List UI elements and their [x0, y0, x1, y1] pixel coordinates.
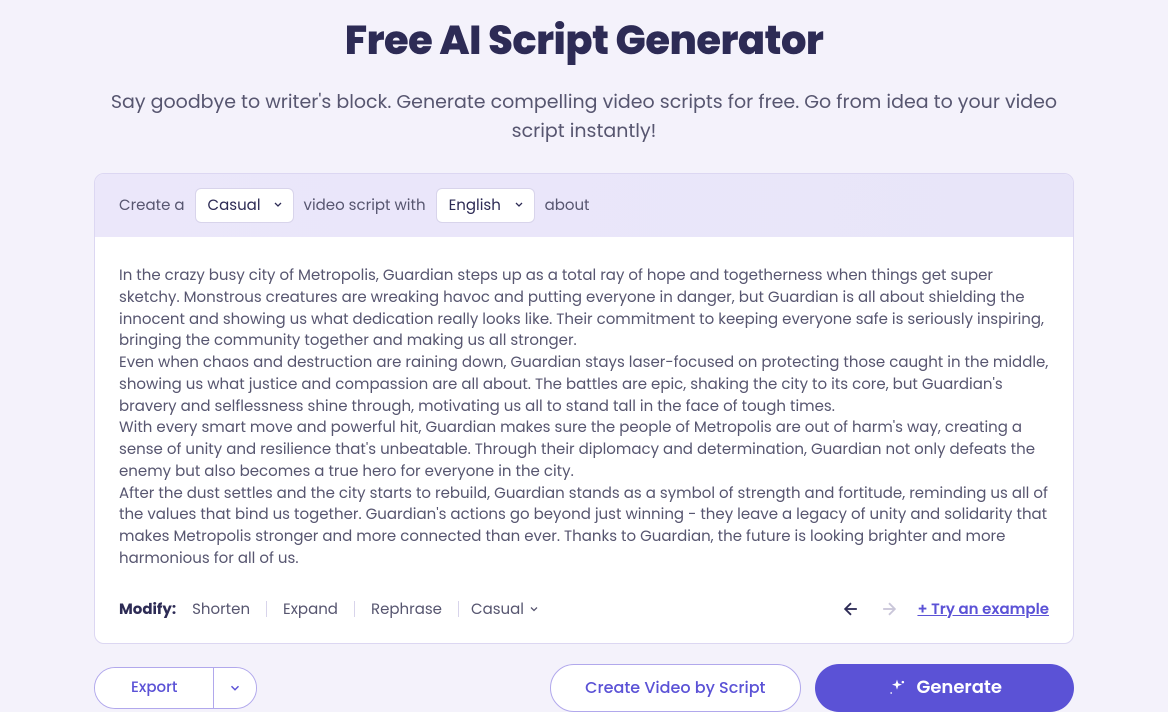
- arrow-left-icon: [841, 599, 861, 619]
- tone-select[interactable]: Casual: [195, 188, 294, 223]
- panel-header: Create a Casual video script with Englis…: [95, 174, 1073, 237]
- rephrase-button[interactable]: Rephrase: [367, 596, 446, 623]
- expand-button[interactable]: Expand: [279, 596, 342, 623]
- export-button[interactable]: Export: [95, 668, 213, 708]
- modify-label: Modify:: [119, 598, 176, 621]
- try-example-link[interactable]: + Try an example: [917, 598, 1049, 621]
- page-title: Free AI Script Generator: [94, 10, 1074, 70]
- script-textarea[interactable]: In the crazy busy city of Metropolis, Gu…: [119, 265, 1049, 570]
- chevron-down-icon: [528, 603, 540, 615]
- page-subtitle: Say goodbye to writer's block. Generate …: [94, 88, 1074, 145]
- divider: [266, 601, 267, 617]
- generate-label: Generate: [917, 674, 1003, 701]
- mid-text-label: video script with: [304, 194, 426, 217]
- panel-footer: Modify: Shorten Expand Rephrase Casual: [95, 588, 1073, 643]
- generate-button[interactable]: Generate: [815, 664, 1075, 712]
- create-a-label: Create a: [119, 194, 185, 217]
- chevron-down-icon: [228, 681, 242, 695]
- modify-row: Modify: Shorten Expand Rephrase Casual: [119, 596, 540, 623]
- casual-label: Casual: [471, 598, 524, 621]
- arrow-right-icon: [879, 599, 899, 619]
- about-label: about: [545, 194, 590, 217]
- casual-dropdown[interactable]: Casual: [471, 598, 540, 621]
- language-select[interactable]: English: [436, 188, 535, 223]
- prev-arrow-button[interactable]: [841, 599, 861, 619]
- bottom-actions: Export Create Video by Script Generate: [94, 664, 1074, 712]
- divider: [354, 601, 355, 617]
- export-group: Export: [94, 667, 257, 709]
- shorten-button[interactable]: Shorten: [188, 596, 254, 623]
- export-dropdown-button[interactable]: [213, 668, 256, 708]
- history-row: + Try an example: [841, 598, 1049, 621]
- sparkle-icon: [887, 678, 907, 698]
- create-video-button[interactable]: Create Video by Script: [550, 664, 800, 712]
- divider: [458, 601, 459, 617]
- script-panel: Create a Casual video script with Englis…: [94, 173, 1074, 644]
- next-arrow-button[interactable]: [879, 599, 899, 619]
- panel-body: In the crazy busy city of Metropolis, Gu…: [95, 237, 1073, 588]
